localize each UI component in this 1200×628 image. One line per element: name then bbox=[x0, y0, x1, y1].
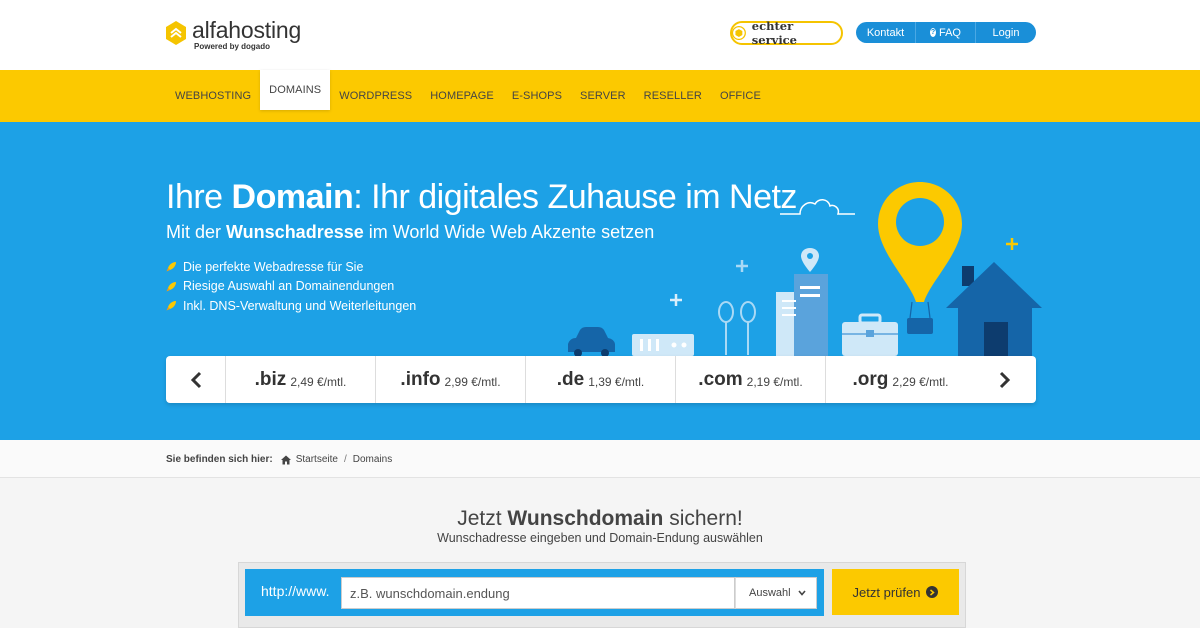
search-subheading: Wunschadresse eingeben und Domain-Endung… bbox=[437, 531, 763, 545]
map-pin-small-icon bbox=[801, 248, 819, 272]
tld-label: .info bbox=[400, 368, 441, 390]
nav-item-homepage[interactable]: HOMEPAGE bbox=[421, 70, 503, 122]
question-icon: ? bbox=[930, 28, 936, 37]
logo-hexagon-icon bbox=[166, 21, 186, 45]
faq-label: FAQ bbox=[938, 26, 961, 39]
feature-list: Die perfekte Webadresse für Sie Riesige … bbox=[166, 257, 416, 316]
plus-icon bbox=[736, 260, 748, 272]
nav-item-office[interactable]: OFFICE bbox=[711, 70, 770, 122]
nav-item-wordpress[interactable]: WORDPRESS bbox=[330, 70, 421, 122]
tld-label: .com bbox=[698, 368, 743, 390]
echter-service-button[interactable]: echter service bbox=[730, 19, 843, 47]
tld-price: 2,29 €/mtl. bbox=[892, 374, 949, 389]
tld-label: .org bbox=[852, 368, 889, 390]
top-navigation: Kontakt ? FAQ Login bbox=[856, 22, 1036, 43]
logo[interactable]: alfahosting Powered by dogado bbox=[165, 18, 301, 51]
hero-illustration bbox=[568, 182, 1042, 358]
logo-name: alfahosting bbox=[192, 17, 302, 43]
domain-offer-com[interactable]: .com 2,19 €/mtl. bbox=[675, 356, 825, 403]
rocket-icon bbox=[166, 301, 176, 311]
domain-offer-info[interactable]: .info 2,99 €/mtl. bbox=[375, 356, 525, 403]
building-icon bbox=[776, 274, 828, 356]
car-icon bbox=[568, 327, 615, 357]
tld-price: 2,99 €/mtl. bbox=[444, 374, 501, 389]
tld-select-value: Auswahl bbox=[749, 587, 791, 599]
plus-icon bbox=[1006, 238, 1018, 250]
server-icon bbox=[632, 334, 694, 356]
breadcrumb-separator: / bbox=[343, 454, 347, 465]
search-heading: Jetzt Wunschdomain sichern! bbox=[457, 507, 743, 530]
slider-next-button[interactable] bbox=[975, 356, 1035, 403]
contact-link[interactable]: Kontakt bbox=[856, 22, 916, 43]
briefcase-icon bbox=[842, 313, 898, 356]
slider-prev-button[interactable] bbox=[166, 356, 225, 403]
service-label: echter service bbox=[751, 19, 798, 47]
arrow-right-circle-icon bbox=[926, 586, 939, 598]
cloud-icon bbox=[780, 199, 855, 215]
breadcrumb-home-link[interactable]: Startseite bbox=[296, 454, 338, 465]
plus-icon bbox=[670, 294, 682, 306]
domain-offer-org[interactable]: .org 2,29 €/mtl. bbox=[825, 356, 975, 403]
feature-item: Riesige Auswahl an Domainendungen bbox=[166, 277, 416, 297]
domain-search-input[interactable] bbox=[341, 577, 735, 609]
feature-item: Die perfekte Webadresse für Sie bbox=[166, 257, 416, 277]
breadcrumb: Sie befinden sich hier: Startseite / Dom… bbox=[0, 440, 1200, 478]
nav-item-domains[interactable]: DOMAINS bbox=[260, 70, 331, 110]
faq-link[interactable]: ? FAQ bbox=[916, 22, 976, 43]
url-prefix: http://www. bbox=[261, 583, 330, 599]
domain-offer-de[interactable]: .de 1,39 €/mtl. bbox=[525, 356, 675, 403]
service-logo-icon bbox=[732, 26, 746, 40]
feature-item: Inkl. DNS-Verwaltung und Weiterleitungen bbox=[166, 296, 416, 316]
check-domain-label: Jetzt prüfen bbox=[852, 584, 921, 600]
login-link[interactable]: Login bbox=[976, 22, 1036, 43]
breadcrumb-current: Domains bbox=[352, 454, 393, 465]
hero-banner: Ihre Domain: Ihr digitales Zuhause im Ne… bbox=[0, 122, 1200, 440]
domain-price-slider: .biz 2,49 €/mtl. .info 2,99 €/mtl. .de 1… bbox=[166, 356, 1036, 403]
domain-search-bar: http://www. Auswahl bbox=[245, 569, 824, 616]
tld-price: 2,49 €/mtl. bbox=[290, 374, 347, 389]
logo-tagline: Powered by dogado bbox=[194, 42, 271, 51]
tld-price: 2,19 €/mtl. bbox=[746, 374, 803, 389]
nav-item-eshops[interactable]: E-SHOPS bbox=[503, 70, 571, 122]
site-header: alfahosting Powered by dogado echter ser… bbox=[0, 0, 1200, 70]
nav-item-webhosting[interactable]: WEBHOSTING bbox=[166, 70, 260, 122]
map-pin-icon bbox=[878, 182, 962, 334]
home-icon bbox=[280, 455, 291, 464]
tld-label: .biz bbox=[254, 368, 287, 390]
check-domain-button[interactable]: Jetzt prüfen bbox=[832, 569, 959, 615]
breadcrumb-label: Sie befinden sich hier: bbox=[166, 454, 273, 465]
chevron-right-icon bbox=[999, 371, 1011, 388]
chevron-down-icon bbox=[797, 590, 806, 596]
domain-search-box: http://www. Auswahl Jetzt prüfen bbox=[238, 562, 966, 628]
tld-label: .de bbox=[556, 368, 585, 390]
house-icon bbox=[946, 262, 1042, 358]
tld-price: 1,39 €/mtl. bbox=[588, 374, 645, 389]
chevron-left-icon bbox=[190, 371, 201, 388]
rocket-icon bbox=[166, 262, 176, 272]
rocket-icon bbox=[166, 281, 176, 292]
tree-icon bbox=[718, 301, 756, 355]
nav-item-reseller[interactable]: RESELLER bbox=[635, 70, 711, 122]
domain-offer-biz[interactable]: .biz 2,49 €/mtl. bbox=[225, 356, 375, 403]
tld-select[interactable]: Auswahl bbox=[735, 577, 817, 609]
main-navigation: WEBHOSTING DOMAINS WORDPRESS HOMEPAGE E-… bbox=[0, 70, 1200, 122]
nav-item-server[interactable]: SERVER bbox=[571, 70, 635, 122]
